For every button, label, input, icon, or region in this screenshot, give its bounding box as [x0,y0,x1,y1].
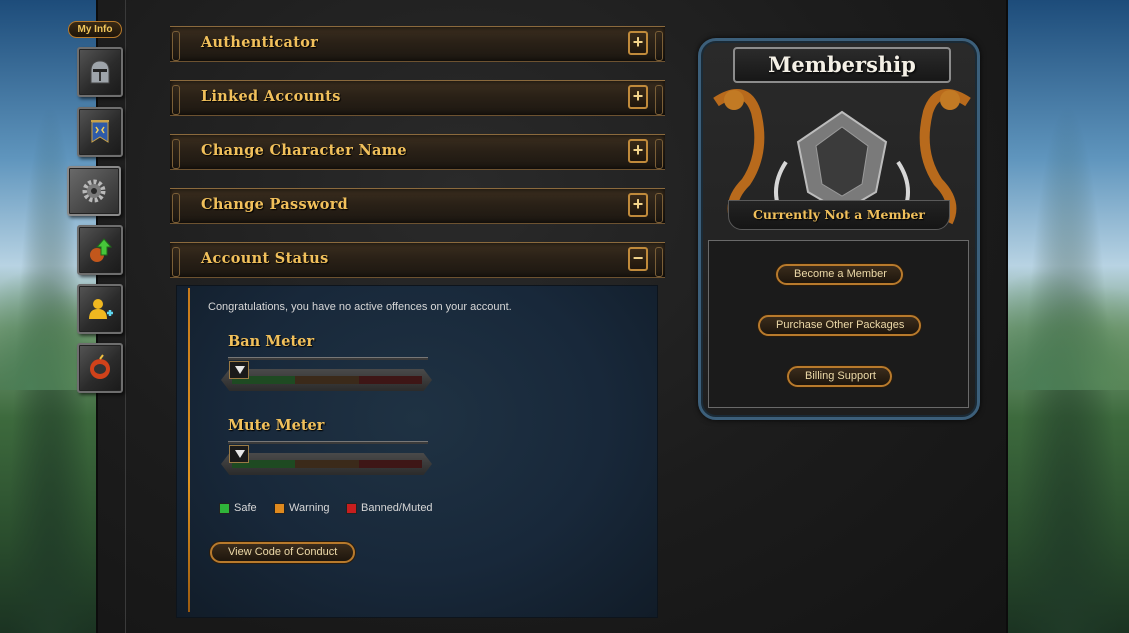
accordion-change-character-name[interactable]: Change Character Name + [170,134,665,170]
gear-icon [82,179,106,203]
my-info-label[interactable]: My Info [68,21,122,38]
membership-status: Currently Not a Member [728,200,950,230]
mute-meter-rail [228,441,428,444]
status-accent-line [188,288,190,612]
accordion-change-password[interactable]: Change Password + [170,188,665,224]
collapse-icon[interactable]: − [628,247,648,271]
accordion-title: Change Character Name [201,142,407,159]
warning-swatch [274,502,285,514]
expand-icon[interactable]: + [628,31,648,55]
accordion-title: Account Status [201,250,329,267]
expand-icon[interactable]: + [628,193,648,217]
bomb-icon [90,354,110,379]
mute-meter-fill [232,460,422,468]
accordion-linked-accounts[interactable]: Linked Accounts + [170,80,665,116]
helmet-icon [90,60,110,84]
accordion-authenticator[interactable]: Authenticator + [170,26,665,62]
nav-banner-button[interactable] [77,107,123,157]
background-scenery-right [1006,0,1129,633]
nav-bomb-button[interactable] [77,343,123,393]
accordion-title: Change Password [201,196,349,213]
become-member-button[interactable]: Become a Member [776,264,903,285]
legend-banned-label: Banned/Muted [361,502,433,514]
ban-meter-rail [228,357,428,360]
accordion-title: Linked Accounts [201,88,341,105]
legend-safe-label: Safe [234,502,257,514]
mute-meter-title: Mute Meter [228,417,325,434]
accordion-title: Authenticator [201,34,319,51]
legend-warning: Warning [274,502,330,514]
expand-icon[interactable]: + [628,139,648,163]
nav-settings-button[interactable] [67,166,121,216]
view-code-of-conduct-button[interactable]: View Code of Conduct [210,542,355,563]
legend-warning-label: Warning [289,502,330,514]
legend-safe: Safe [219,502,257,514]
status-message: Congratulations, you have no active offe… [208,301,512,313]
banner-icon [91,120,109,143]
nav-add-friend-button[interactable] [77,284,123,334]
banned-swatch [346,502,357,514]
expand-icon[interactable]: + [628,85,648,109]
billing-support-button[interactable]: Billing Support [787,366,892,387]
nav-helmet-button[interactable] [77,47,123,97]
mute-meter-marker [229,445,249,463]
purchase-packages-button[interactable]: Purchase Other Packages [758,315,921,336]
nav-upgrade-button[interactable] [77,225,123,275]
accordion-account-status[interactable]: Account Status − [170,242,665,278]
add-friend-icon [89,299,113,319]
safe-swatch [219,502,230,514]
ban-meter-marker [229,361,249,379]
legend-banned: Banned/Muted [346,502,433,514]
ban-meter-title: Ban Meter [228,333,315,350]
upgrade-arrow-icon [90,238,113,262]
ban-meter-fill [232,376,422,384]
membership-title: Membership [733,47,951,83]
